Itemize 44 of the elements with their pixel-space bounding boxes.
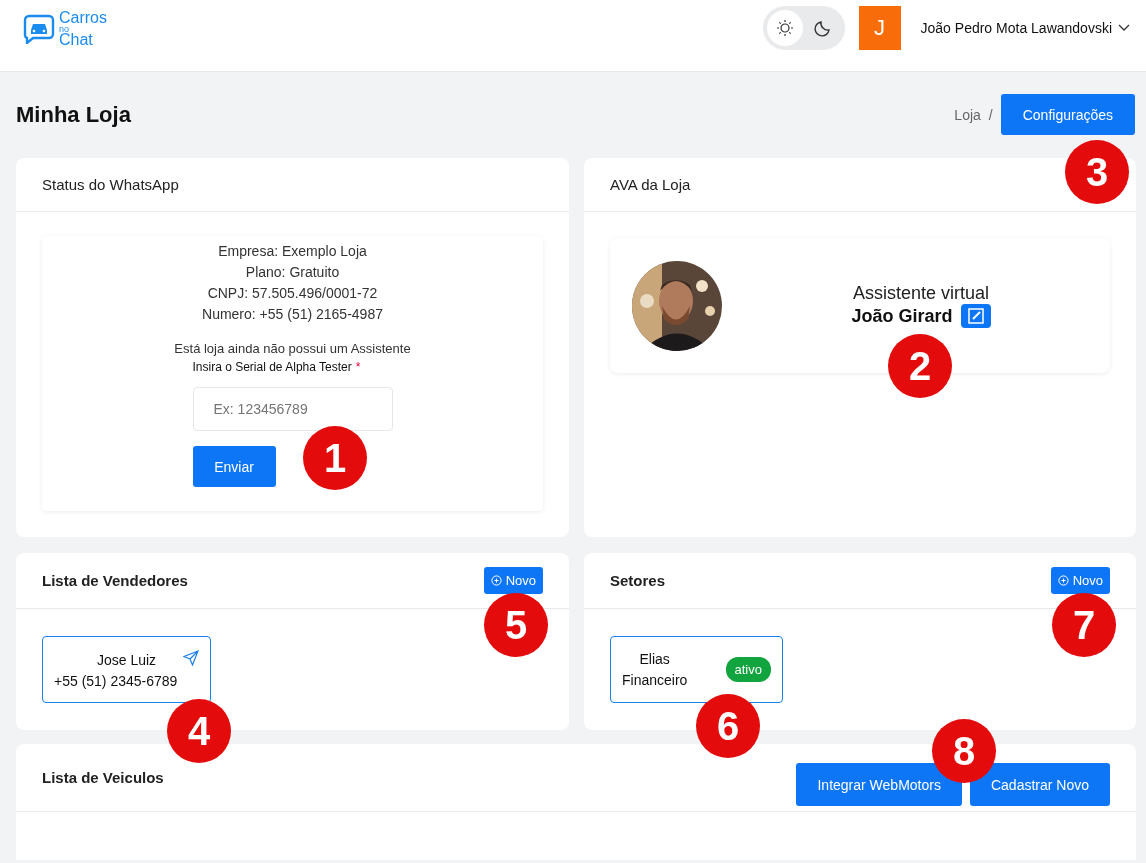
info-line: CNPJ: 57.505.496/0001-72	[207, 284, 378, 303]
card-title: Lista de Vendedores	[42, 572, 188, 589]
seller-card[interactable]: Jose Luiz +55 (51) 2345-6789	[42, 636, 211, 703]
edit-icon[interactable]	[960, 304, 991, 328]
vehicle-action-button[interactable]: Cadastrar Novo	[969, 763, 1110, 806]
user-menu[interactable]: João Pedro Mota Lawandovski	[914, 18, 1136, 37]
info-line: Plano: Gratuito	[245, 263, 340, 282]
logo[interactable]: Carros no Chat	[23, 10, 107, 47]
step-marker: 3	[1065, 140, 1129, 204]
assistant-name: João Girard	[851, 305, 953, 327]
send-icon[interactable]	[183, 650, 199, 666]
breadcrumb-link[interactable]: Loja	[954, 106, 981, 123]
sector-name: Financeiro	[622, 670, 688, 690]
status-badge: ativo	[725, 657, 771, 682]
theme-toggle[interactable]	[762, 5, 845, 50]
plus-circle-icon	[1057, 575, 1069, 586]
info-line: Empresa: Exemplo Loja	[218, 242, 367, 261]
chevron-down-icon	[1118, 23, 1130, 32]
car-chat-icon	[23, 13, 55, 44]
assistant-role: Assistente virtual	[852, 283, 990, 304]
plus-circle-icon	[490, 575, 502, 586]
seller-name: Jose Luiz	[96, 651, 157, 670]
breadcrumb-separator: /	[988, 106, 993, 123]
new-button[interactable]: Novo	[483, 567, 543, 594]
send-button[interactable]: Enviar	[192, 446, 276, 487]
seller-phone: +55 (51) 2345-6789	[54, 672, 179, 691]
card-title: Status do WhatsApp	[42, 176, 179, 193]
sector-person: Elias	[638, 649, 671, 669]
notice-text: Está loja ainda não possui um Assistente	[174, 341, 411, 356]
logo-text: Carros	[59, 10, 107, 25]
settings-button[interactable]: Configurações	[1000, 94, 1135, 135]
field-label: Insira o Serial de Alpha Tester	[192, 360, 352, 374]
card-title: Lista de Veiculos	[42, 769, 164, 786]
info-line: Numero: +55 (51) 2165-4987	[202, 305, 383, 324]
new-button[interactable]: Novo	[1050, 567, 1110, 594]
card-title: AVA da Loja	[610, 176, 691, 193]
required-mark: *	[355, 360, 361, 374]
logo-text: no	[59, 24, 69, 33]
serial-input[interactable]: Ex: 123456789	[192, 387, 393, 431]
page-title: Minha Loja	[16, 101, 131, 128]
logo-text: Chat	[59, 32, 94, 47]
card-title: Setores	[610, 572, 666, 589]
sun-icon[interactable]	[766, 9, 803, 46]
user-avatar: J	[858, 5, 901, 50]
